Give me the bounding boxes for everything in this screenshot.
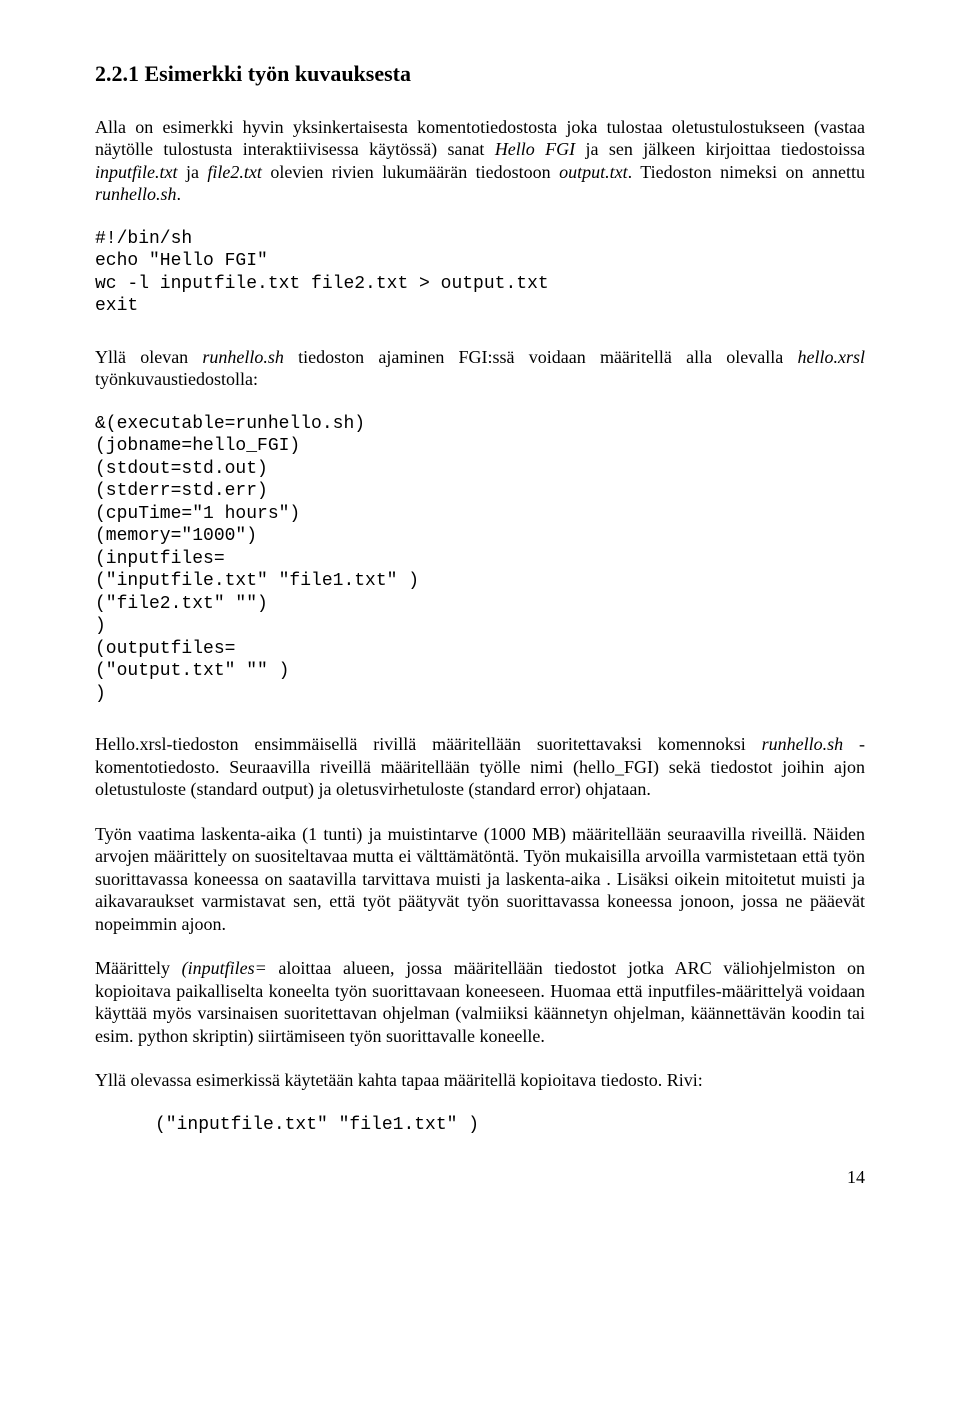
text-italic: Hello FGI xyxy=(495,139,575,159)
text-italic: file2.txt xyxy=(207,162,261,182)
code-block-2: &(executable=runhello.sh) (jobname=hello… xyxy=(95,413,865,706)
paragraph-2: Yllä olevan runhello.sh tiedoston ajamin… xyxy=(95,346,865,391)
text-italic: inputfile.txt xyxy=(95,162,178,182)
text: olevien rivien lukumäärän tiedostoon xyxy=(262,162,559,182)
code-block-3: ("inputfile.txt" "file1.txt" ) xyxy=(95,1114,865,1137)
paragraph-3: Hello.xrsl-tiedoston ensimmäisellä rivil… xyxy=(95,733,865,801)
text: . xyxy=(177,184,182,204)
text: ja xyxy=(178,162,208,182)
text: ja sen jälkeen kirjoittaa tiedostoissa xyxy=(575,139,865,159)
section-heading: 2.2.1 Esimerkki työn kuvauksesta xyxy=(95,60,865,88)
text-italic: runhello.sh xyxy=(762,734,844,754)
paragraph-6: Yllä olevassa esimerkissä käytetään kaht… xyxy=(95,1069,865,1092)
paragraph-1: Alla on esimerkki hyvin yksinkertaisesta… xyxy=(95,116,865,206)
text-italic: hello.xrsl xyxy=(798,347,866,367)
paragraph-5: Määrittely (inputfiles= aloittaa alueen,… xyxy=(95,957,865,1047)
text: Yllä olevan xyxy=(95,347,202,367)
paragraph-4: Työn vaatima laskenta-aika (1 tunti) ja … xyxy=(95,823,865,936)
text: Hello.xrsl-tiedoston ensimmäisellä rivil… xyxy=(95,734,762,754)
text: työnkuvaustiedostolla: xyxy=(95,369,258,389)
text-italic: runhello.sh xyxy=(202,347,284,367)
text-italic: output.txt xyxy=(559,162,628,182)
text: . Tiedoston nimeksi on annettu xyxy=(628,162,865,182)
text-italic: (inputfiles= xyxy=(182,958,267,978)
text: tiedoston ajaminen FGI:ssä voidaan määri… xyxy=(284,347,798,367)
text: Määrittely xyxy=(95,958,182,978)
text-italic: runhello.sh xyxy=(95,184,177,204)
page-number: 14 xyxy=(95,1166,865,1189)
code-block-1: #!/bin/sh echo "Hello FGI" wc -l inputfi… xyxy=(95,228,865,318)
page-content: 2.2.1 Esimerkki työn kuvauksesta Alla on… xyxy=(0,0,960,1239)
